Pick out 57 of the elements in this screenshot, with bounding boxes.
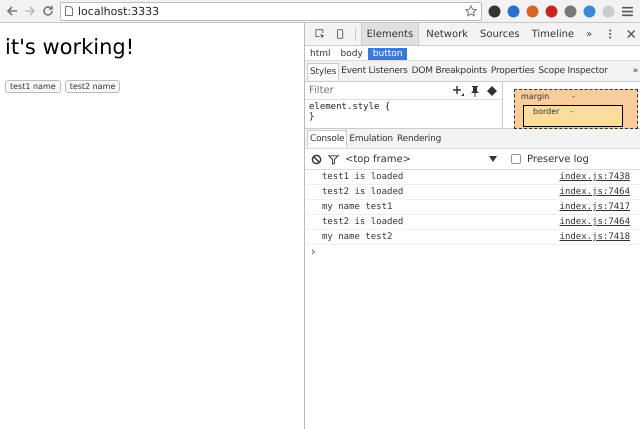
devtools-tab[interactable]: Sources [475,23,525,45]
drawer-tab[interactable]: Rendering [394,130,444,146]
sidebar-tab[interactable]: Scope Inspector [536,63,610,79]
drawer-tab[interactable]: Emulation [347,130,395,146]
log-message: my name test2 [322,232,394,242]
dropdown-arrow-icon[interactable] [489,156,497,162]
more-tabs-button[interactable]: » [581,23,598,45]
device-icon[interactable] [335,28,346,40]
sidebar-tab[interactable]: DOM Breakpoints [410,63,489,79]
log-message: test2 is loaded [322,217,404,227]
pin-icon[interactable] [470,84,480,96]
border-label: border [533,107,560,116]
log-message: test2 is loaded [322,187,404,197]
source-link[interactable]: index.js:7464 [560,217,630,227]
preserve-log-checkbox[interactable] [511,154,521,164]
source-link[interactable]: index.js:7417 [560,202,630,212]
name-button[interactable]: test2 name [64,80,120,93]
border-value: - [570,107,573,116]
sidebar-tab[interactable]: Properties [488,63,536,79]
extension-icon[interactable] [545,4,558,18]
inspect-icon[interactable] [315,28,326,40]
back-icon[interactable] [6,5,18,17]
clear-icon[interactable] [311,154,322,164]
breadcrumb[interactable]: body [336,48,368,60]
address-bar[interactable]: localhost:3333 [60,2,482,20]
more-tabs-button[interactable]: » [630,63,640,79]
breadcrumb[interactable]: html [305,48,336,60]
reload-icon[interactable] [42,5,54,17]
page-heading: it's working! [5,35,136,59]
sidebar-tab[interactable]: Event Listeners [339,63,410,79]
star-icon[interactable] [465,5,477,17]
source-link[interactable]: index.js:7418 [560,232,630,242]
diamond-icon[interactable] [486,84,498,96]
drawer-tab[interactable]: Console [307,130,348,147]
preserve-log-label: Preserve log [527,154,589,164]
breadcrumb[interactable]: button [368,48,408,60]
extension-icon[interactable] [488,4,501,18]
sidebar-tab[interactable]: Styles [307,62,340,80]
add-icon[interactable] [452,84,464,96]
source-link[interactable]: index.js:7438 [560,172,630,182]
page-icon [65,6,73,16]
name-button[interactable]: test1 name [5,80,61,93]
devtools-tab[interactable]: Elements [360,23,420,45]
margin-label: margin [521,92,550,101]
log-message: my name test1 [322,202,394,212]
devtools-tab[interactable]: Network [421,23,473,45]
source-link[interactable]: index.js:7464 [560,187,630,197]
devtools-tab[interactable]: Timeline [526,23,580,45]
code-line: } [309,112,316,122]
filter-icon[interactable] [328,154,339,164]
console-prompt[interactable]: › [305,245,316,258]
menu-icon[interactable] [621,4,634,18]
code-line: element.style { [309,102,392,112]
close-icon[interactable] [626,28,636,40]
margin-value: - [572,92,575,101]
log-message: test1 is loaded [322,172,404,182]
context-selector[interactable]: <top frame> [345,154,483,164]
